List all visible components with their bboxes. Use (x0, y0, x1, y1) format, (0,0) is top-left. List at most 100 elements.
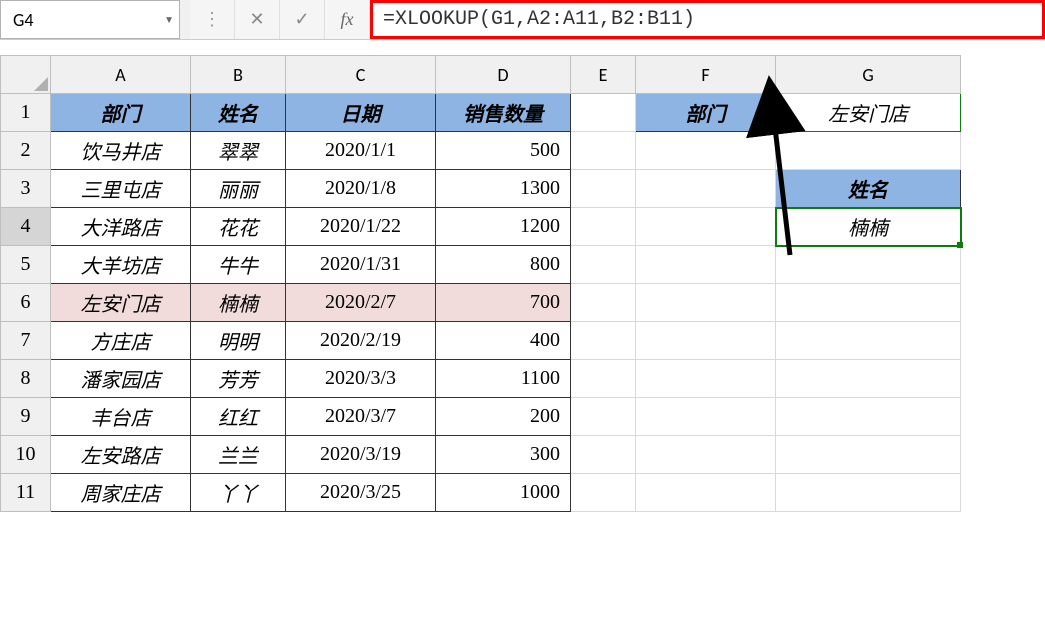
cell-A9[interactable]: 丰台店 (51, 398, 191, 436)
cell-D8[interactable]: 1100 (436, 360, 571, 398)
cell-F5[interactable] (636, 246, 776, 284)
cell-B3[interactable]: 丽丽 (191, 170, 286, 208)
cell-D5[interactable]: 800 (436, 246, 571, 284)
row-header-6[interactable]: 6 (1, 284, 51, 322)
cell-F11[interactable] (636, 474, 776, 512)
cell-G1[interactable]: 左安门店 (776, 94, 961, 132)
cell-G8[interactable] (776, 360, 961, 398)
row-header-10[interactable]: 10 (1, 436, 51, 474)
row-header-5[interactable]: 5 (1, 246, 51, 284)
row-header-9[interactable]: 9 (1, 398, 51, 436)
cell-A2[interactable]: 饮马井店 (51, 132, 191, 170)
cell-G6[interactable] (776, 284, 961, 322)
cell-E2[interactable] (571, 132, 636, 170)
cell-D1[interactable]: 销售数量 (436, 94, 571, 132)
row-header-1[interactable]: 1 (1, 94, 51, 132)
cell-B6[interactable]: 楠楠 (191, 284, 286, 322)
row-header-8[interactable]: 8 (1, 360, 51, 398)
cell-F8[interactable] (636, 360, 776, 398)
formula-bar-expand-icon[interactable]: ⋮ (190, 0, 235, 39)
cell-E10[interactable] (571, 436, 636, 474)
cell-C1[interactable]: 日期 (286, 94, 436, 132)
row-header-3[interactable]: 3 (1, 170, 51, 208)
cell-E5[interactable] (571, 246, 636, 284)
cell-B2[interactable]: 翠翠 (191, 132, 286, 170)
col-header-G[interactable]: G (776, 56, 961, 94)
cell-F4[interactable] (636, 208, 776, 246)
cell-F10[interactable] (636, 436, 776, 474)
cell-B1[interactable]: 姓名 (191, 94, 286, 132)
cell-G4[interactable]: 楠楠 (776, 208, 961, 246)
cell-E8[interactable] (571, 360, 636, 398)
cell-G3[interactable]: 姓名 (776, 170, 961, 208)
cell-D7[interactable]: 400 (436, 322, 571, 360)
cell-G11[interactable] (776, 474, 961, 512)
formula-input[interactable]: =XLOOKUP(G1,A2:A11,B2:B11) (383, 8, 1032, 31)
col-header-B[interactable]: B (191, 56, 286, 94)
select-all-corner[interactable] (1, 56, 51, 94)
col-header-C[interactable]: C (286, 56, 436, 94)
cell-C8[interactable]: 2020/3/3 (286, 360, 436, 398)
cell-D4[interactable]: 1200 (436, 208, 571, 246)
cell-E4[interactable] (571, 208, 636, 246)
cell-D11[interactable]: 1000 (436, 474, 571, 512)
cell-C9[interactable]: 2020/3/7 (286, 398, 436, 436)
cell-C7[interactable]: 2020/2/19 (286, 322, 436, 360)
cell-B10[interactable]: 兰兰 (191, 436, 286, 474)
cell-F9[interactable] (636, 398, 776, 436)
col-header-D[interactable]: D (436, 56, 571, 94)
confirm-formula-icon[interactable]: ✓ (280, 0, 325, 39)
row-header-11[interactable]: 11 (1, 474, 51, 512)
cell-G9[interactable] (776, 398, 961, 436)
cell-A3[interactable]: 三里屯店 (51, 170, 191, 208)
cancel-formula-icon[interactable]: ✕ (235, 0, 280, 39)
cell-C10[interactable]: 2020/3/19 (286, 436, 436, 474)
cell-E6[interactable] (571, 284, 636, 322)
col-header-E[interactable]: E (571, 56, 636, 94)
cell-G10[interactable] (776, 436, 961, 474)
cell-D9[interactable]: 200 (436, 398, 571, 436)
name-box[interactable]: G4 ▼ (0, 0, 180, 39)
row-header-7[interactable]: 7 (1, 322, 51, 360)
cell-A6[interactable]: 左安门店 (51, 284, 191, 322)
cell-E7[interactable] (571, 322, 636, 360)
name-box-dropdown-icon[interactable]: ▼ (164, 13, 174, 26)
cell-G2[interactable] (776, 132, 961, 170)
cell-B5[interactable]: 牛牛 (191, 246, 286, 284)
cell-B8[interactable]: 芳芳 (191, 360, 286, 398)
cell-A8[interactable]: 潘家园店 (51, 360, 191, 398)
cell-C4[interactable]: 2020/1/22 (286, 208, 436, 246)
cell-F2[interactable] (636, 132, 776, 170)
cell-E3[interactable] (571, 170, 636, 208)
cell-B4[interactable]: 花花 (191, 208, 286, 246)
cell-C3[interactable]: 2020/1/8 (286, 170, 436, 208)
cell-B9[interactable]: 红红 (191, 398, 286, 436)
cell-B11[interactable]: 丫丫 (191, 474, 286, 512)
cell-G5[interactable] (776, 246, 961, 284)
col-header-F[interactable]: F (636, 56, 776, 94)
insert-function-icon[interactable]: fx (325, 0, 370, 39)
cell-E9[interactable] (571, 398, 636, 436)
cell-C6[interactable]: 2020/2/7 (286, 284, 436, 322)
cell-B7[interactable]: 明明 (191, 322, 286, 360)
cell-A4[interactable]: 大洋路店 (51, 208, 191, 246)
cell-D3[interactable]: 1300 (436, 170, 571, 208)
cell-A1[interactable]: 部门 (51, 94, 191, 132)
cell-C2[interactable]: 2020/1/1 (286, 132, 436, 170)
cell-D10[interactable]: 300 (436, 436, 571, 474)
cell-F1[interactable]: 部门 (636, 94, 776, 132)
row-header-4[interactable]: 4 (1, 208, 51, 246)
cell-D2[interactable]: 500 (436, 132, 571, 170)
cell-F3[interactable] (636, 170, 776, 208)
cell-C5[interactable]: 2020/1/31 (286, 246, 436, 284)
row-header-2[interactable]: 2 (1, 132, 51, 170)
cell-D6[interactable]: 700 (436, 284, 571, 322)
cell-E11[interactable] (571, 474, 636, 512)
cell-A10[interactable]: 左安路店 (51, 436, 191, 474)
cell-E1[interactable] (571, 94, 636, 132)
cell-A7[interactable]: 方庄店 (51, 322, 191, 360)
cell-A5[interactable]: 大羊坊店 (51, 246, 191, 284)
col-header-A[interactable]: A (51, 56, 191, 94)
cell-G7[interactable] (776, 322, 961, 360)
cell-F7[interactable] (636, 322, 776, 360)
